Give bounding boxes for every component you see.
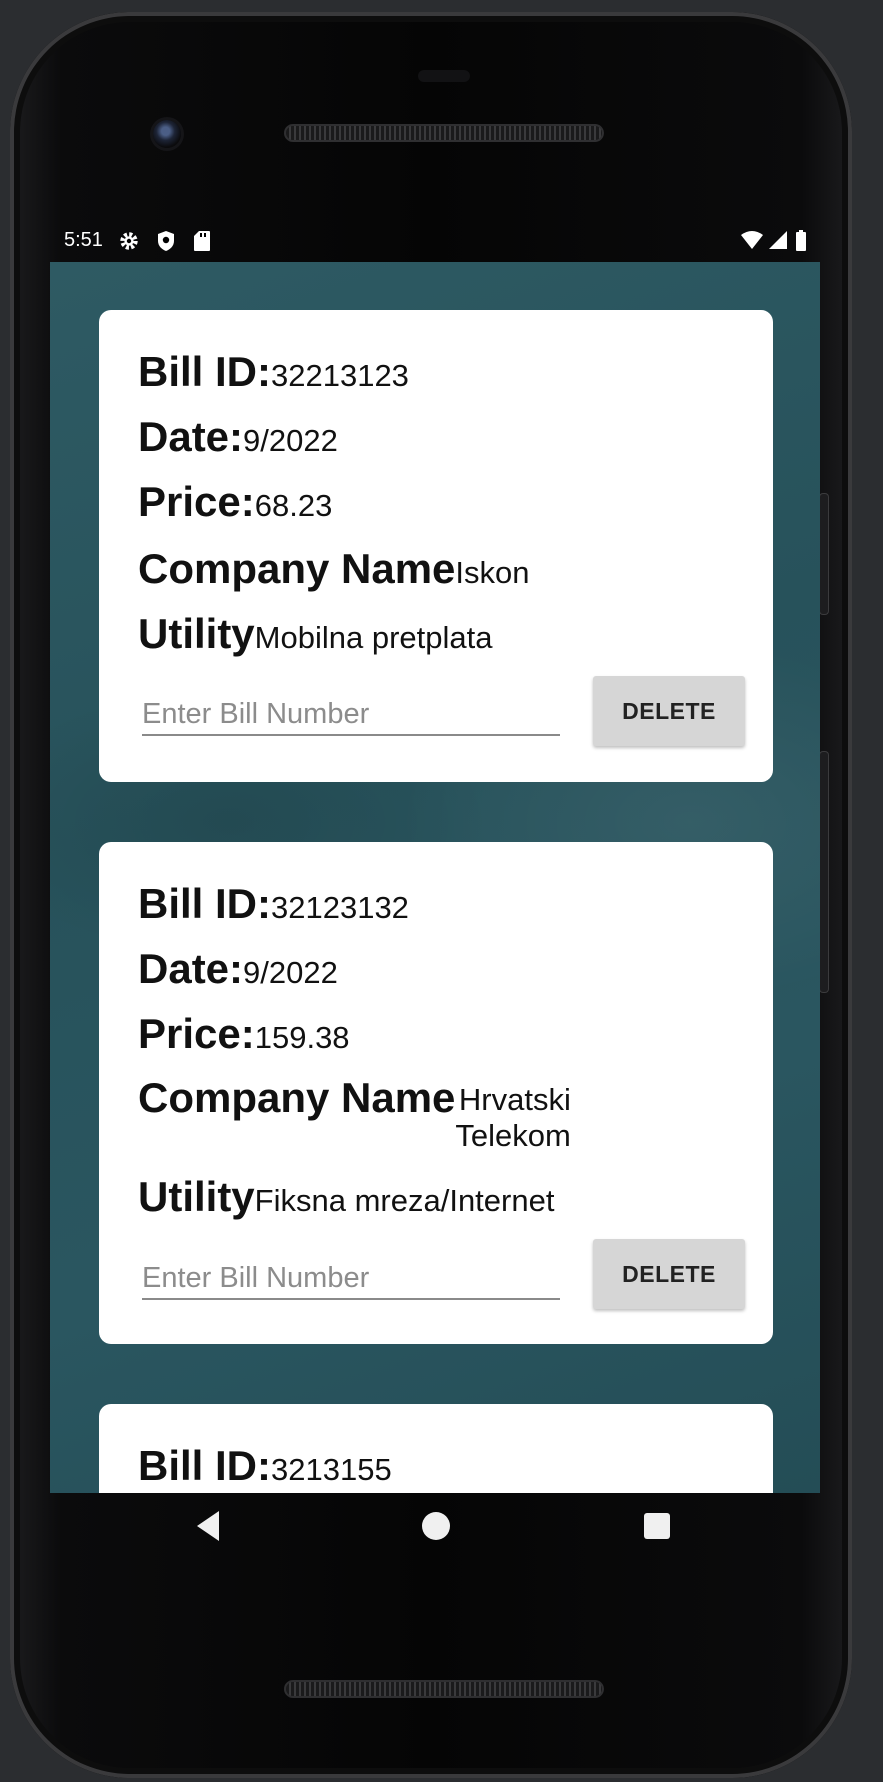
bill-id-label: Bill ID:: [138, 348, 271, 395]
bill-id-value: 32123132: [271, 890, 409, 925]
back-icon[interactable]: [197, 1511, 219, 1541]
utility-label: Utility: [138, 1173, 255, 1220]
date-label: Date:: [138, 945, 244, 992]
bill-number-input[interactable]: Enter Bill Number: [142, 1258, 560, 1300]
bill-card: Bill ID:32213123 Date:9/2022 Price:68.23…: [99, 310, 773, 782]
app-screen[interactable]: Bill ID:32213123 Date:9/2022 Price:68.23…: [50, 262, 820, 1493]
bill-id-row: Bill ID:32213123: [138, 350, 409, 404]
date-row: Date:9/2022: [138, 415, 338, 469]
bill-id-row: Bill ID:3213155: [138, 1444, 392, 1493]
price-row: Price:68.23: [138, 480, 332, 534]
wifi-icon: [740, 230, 764, 256]
bill-id-value: 32213123: [271, 358, 409, 393]
sd-card-icon: [193, 230, 211, 258]
date-value: 9/2022: [243, 423, 338, 458]
home-icon[interactable]: [422, 1512, 450, 1540]
navigation-bar: [50, 1493, 820, 1573]
price-value: 68.23: [254, 488, 333, 523]
price-value: 159.38: [254, 1020, 350, 1055]
price-label: Price:: [138, 1010, 255, 1057]
bottom-speaker: [284, 1680, 604, 1698]
status-bar: 5:51: [50, 225, 820, 261]
date-label: Date:: [138, 413, 244, 460]
battery-icon: [795, 230, 807, 258]
utility-value: Mobilna pretplata: [254, 620, 493, 655]
recents-icon[interactable]: [644, 1513, 670, 1539]
bill-card: Bill ID:32123132 Date:9/2022 Price:159.3…: [99, 842, 773, 1344]
cell-signal-icon: [768, 230, 788, 256]
status-time: 5:51: [64, 229, 103, 251]
utility-row: UtilityFiksna mreza/Internet: [138, 1175, 554, 1229]
utility-value: Fiksna mreza/Internet: [254, 1183, 555, 1218]
bill-id-label: Bill ID:: [138, 880, 271, 927]
company-row: Company NameIskon: [138, 547, 530, 601]
bill-id-row: Bill ID:32123132: [138, 882, 409, 936]
bill-card: Bill ID:3213155: [99, 1404, 773, 1493]
company-value-line1: Hrvatski: [458, 1082, 571, 1117]
shield-icon: [156, 230, 176, 258]
earpiece-slot: [418, 70, 470, 82]
bill-number-input[interactable]: Enter Bill Number: [142, 694, 560, 736]
utility-label: Utility: [138, 610, 255, 657]
delete-button[interactable]: DELETE: [593, 1239, 745, 1309]
volume-button: [820, 752, 828, 992]
bill-id-label: Bill ID:: [138, 1442, 271, 1489]
company-value-line2: Telekom: [455, 1118, 571, 1153]
company-label: Company Name: [138, 545, 456, 592]
company-value: Hrvatski Telekom: [455, 1082, 570, 1154]
utility-row: UtilityMobilna pretplata: [138, 612, 493, 666]
date-value: 9/2022: [243, 955, 338, 990]
delete-button[interactable]: DELETE: [593, 676, 745, 746]
date-row: Date:9/2022: [138, 947, 338, 1001]
front-camera: [153, 120, 181, 148]
price-row: Price:159.38: [138, 1012, 350, 1066]
top-speaker: [284, 124, 604, 142]
company-label: Company Name: [138, 1074, 456, 1121]
power-button: [820, 494, 828, 614]
price-label: Price:: [138, 478, 255, 525]
company-value: Iskon: [455, 555, 530, 590]
company-row: Company Name Hrvatski Telekom: [138, 1076, 571, 1154]
bill-id-value: 3213155: [271, 1452, 392, 1487]
gear-icon: [118, 230, 140, 258]
